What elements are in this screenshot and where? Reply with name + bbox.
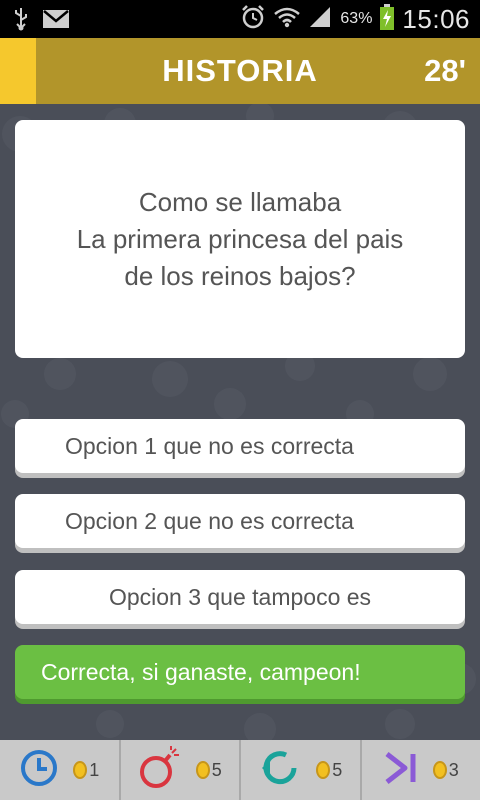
powerup-cost-value: 3 [448,759,459,780]
coin-icon [73,761,88,779]
category-header: HISTORIA 28' [0,38,480,104]
category-title: HISTORIA [162,53,318,88]
answer-option-2[interactable]: Opcion 2 que no es correcta [15,494,465,548]
answer-option-label: Opcion 2 que no es correcta [65,507,354,534]
powerup-refresh-button[interactable]: 5 [241,740,362,800]
wifi-icon [274,6,301,33]
battery-charging-icon [380,3,395,35]
powerup-cost: 5 [316,760,342,781]
clock-icon [19,748,59,793]
powerup-cost: 1 [73,760,99,781]
powerup-cost: 5 [195,759,222,781]
coin-icon [316,761,331,779]
answer-option-label: Opcion 1 que no es correcta [65,432,354,459]
answer-option-4-correct[interactable]: Correcta, si ganaste, campeon! [15,645,465,699]
powerup-cost-value: 5 [211,759,222,780]
alarm-icon [240,4,266,35]
battery-percent: 63% [340,10,373,27]
refresh-icon [258,746,302,795]
status-bar: 63% 15:06 [0,0,480,38]
clock-time: 15:06 [402,3,470,34]
powerup-cost: 3 [432,759,459,781]
answer-option-label: Correcta, si ganaste, campeon! [41,658,361,685]
mail-icon [42,8,70,35]
question-card: Como se llamaba La primera princesa del … [15,120,465,358]
coin-icon [432,761,447,779]
bomb-icon [138,745,182,795]
powerup-extra-time-button[interactable]: 1 [0,740,121,800]
powerup-skip-button[interactable]: 3 [362,740,480,800]
answer-option-label: Opcion 3 que tampoco es [108,583,372,610]
countdown-timer: 28' [424,53,466,88]
answer-option-3[interactable]: Opcion 3 que tampoco es [15,570,465,624]
coin-icon [195,761,210,779]
signal-icon [308,5,332,34]
skip-icon [383,750,419,791]
powerup-bar: 1 5 5 3 [0,740,480,800]
answer-option-1[interactable]: Opcion 1 que no es correcta [15,419,465,473]
usb-icon [12,6,30,37]
question-text: Como se llamaba La primera princesa del … [76,186,404,291]
powerup-cost-value: 1 [89,759,100,780]
powerup-cost-value: 5 [332,759,343,780]
powerup-bomb-button[interactable]: 5 [121,740,241,800]
